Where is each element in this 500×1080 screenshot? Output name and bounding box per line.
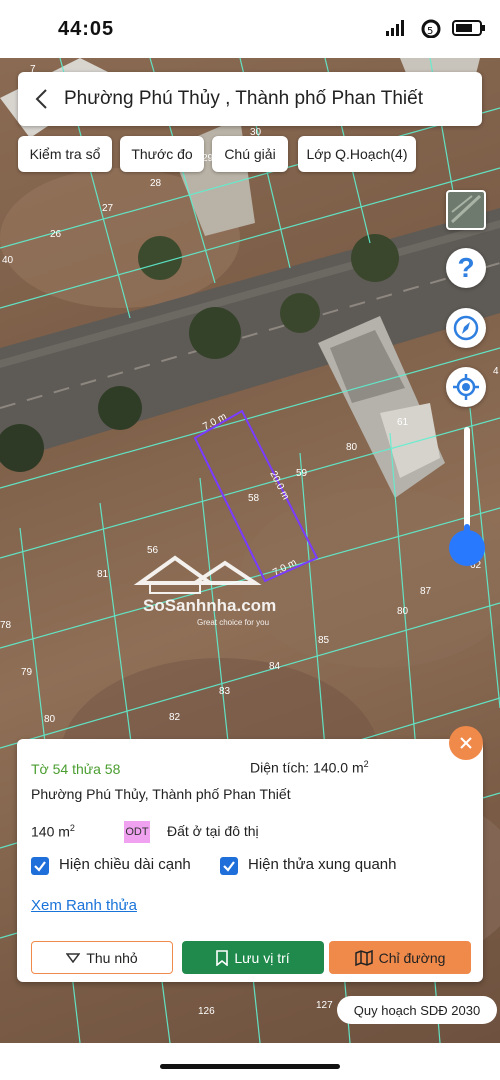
check-book-button[interactable]: Kiểm tra sổ	[18, 136, 112, 172]
map-icon	[354, 949, 373, 966]
my-location-button[interactable]	[446, 367, 486, 407]
close-icon	[460, 737, 472, 749]
parcel-label: 82	[169, 712, 181, 723]
signal-icon	[384, 18, 410, 38]
parcel-label: 56	[147, 545, 159, 556]
parcel-label: 28	[150, 178, 162, 189]
help-button[interactable]: ?	[446, 248, 486, 288]
parcel-label: 59	[296, 468, 308, 479]
parcel-label: 40	[2, 255, 14, 266]
opacity-slider-knob[interactable]	[449, 530, 485, 566]
directions-button[interactable]: Chỉ đường	[329, 941, 471, 974]
parcel-label: 126	[198, 1006, 215, 1017]
land-code-badge: ODT	[124, 821, 150, 843]
locate-icon	[453, 374, 479, 400]
show-edge-length-label: Hiện chiều dài cạnh	[59, 856, 191, 873]
location-title: Phường Phú Thủy , Thành phố Phan Thiết	[64, 88, 423, 109]
svg-text:5: 5	[427, 26, 433, 37]
parcel-label: 85	[318, 635, 330, 646]
status-icons: 5	[384, 18, 485, 39]
satellite-layer-icon	[450, 194, 482, 224]
planning-layer-button[interactable]: Lớp Q.Hoạch(4)	[298, 136, 416, 172]
close-panel-button[interactable]	[449, 726, 483, 760]
system-nav-bar	[0, 1043, 500, 1080]
parcel-label: 81	[97, 569, 109, 580]
parcel-label: 26	[50, 229, 62, 240]
dim-side: 20.0 m	[267, 469, 291, 501]
shrink-button[interactable]: Thu nhỏ	[31, 941, 173, 974]
bookmark-icon	[216, 949, 229, 966]
status-time: 44:05	[58, 18, 115, 40]
show-neighbors-checkbox[interactable]	[220, 857, 238, 875]
status-bar: 44:05 5	[0, 0, 500, 58]
dim-top: 7.0 m	[201, 411, 228, 432]
wifi-icon: 5	[418, 18, 444, 39]
parcel-label: 58	[248, 493, 260, 504]
area-small: 140 m2	[31, 823, 75, 840]
show-neighbors-label: Hiện thửa xung quanh	[248, 856, 397, 873]
parcel-label: 78	[0, 620, 12, 631]
check-icon	[223, 861, 235, 872]
parcel-info-panel: Tờ 54 thửa 58 Diện tích: 140.0 m2 Phường…	[17, 739, 483, 982]
watermark-tagline: Great choice for you	[197, 618, 269, 627]
check-icon	[34, 861, 46, 872]
compass-button[interactable]	[446, 308, 486, 348]
location-search-bar[interactable]: Phường Phú Thủy , Thành phố Phan Thiết	[18, 72, 482, 126]
parcel-label: 127	[316, 1000, 333, 1011]
planning-layer-badge[interactable]: Quy hoạch SDĐ 2030	[337, 996, 497, 1024]
parcel-label: 83	[219, 686, 231, 697]
area-info: Diện tích: 140.0 m2	[250, 759, 369, 776]
parcel-label: 80	[44, 714, 56, 725]
measure-button[interactable]: Thước đo	[120, 136, 204, 172]
parcel-address: Phường Phú Thủy, Thành phố Phan Thiết	[31, 786, 291, 802]
land-type: Đất ở tại đô thị	[167, 823, 259, 839]
save-location-button[interactable]: Lưu vị trí	[182, 941, 324, 974]
watermark-brand: SoSanhnha.com	[143, 596, 276, 615]
battery-icon	[452, 18, 485, 38]
parcel-id: Tờ 54 thửa 58	[31, 761, 121, 777]
parcel-label: 80	[397, 606, 409, 617]
parcel-label: 80	[346, 442, 358, 453]
triangle-down-icon	[66, 952, 81, 963]
compass-icon	[453, 315, 479, 341]
parcel-label: 4	[493, 366, 499, 377]
parcel-label: 84	[269, 661, 281, 672]
parcel-label: 87	[420, 586, 432, 597]
legend-button[interactable]: Chú giải	[212, 136, 288, 172]
map-layer-toggle[interactable]	[446, 190, 486, 230]
parcel-label: 79	[21, 667, 33, 678]
view-boundary-link[interactable]: Xem Ranh thửa	[31, 897, 137, 914]
home-indicator[interactable]	[160, 1064, 340, 1069]
parcel-label: 27	[102, 203, 114, 214]
show-edge-length-checkbox[interactable]	[31, 857, 49, 875]
back-arrow-icon[interactable]	[18, 72, 64, 126]
parcel-label: 61	[397, 417, 409, 428]
help-icon: ?	[457, 252, 475, 283]
